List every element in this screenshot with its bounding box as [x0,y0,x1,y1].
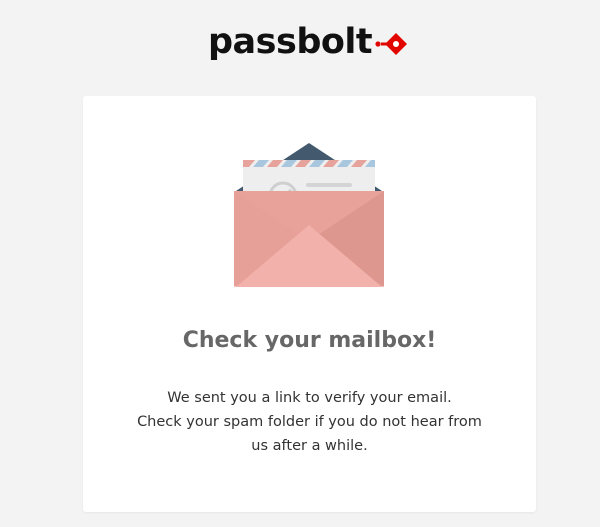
message-line: Check your spam folder if you do not hea… [137,414,482,430]
verification-message: We sent you a link to verify your email.… [83,386,536,458]
logo-wordmark: passbolt [208,22,373,62]
message-line: We sent you a link to verify your email. [167,390,452,406]
header: passbolt [0,0,600,96]
passbolt-logo: passbolt [208,22,408,62]
verification-card: Check your mailbox! We sent you a link t… [83,96,536,512]
envelope-illustration [234,143,384,287]
page-title: Check your mailbox! [182,328,437,353]
message-line: us after a while. [251,438,368,454]
logo-key-icon [375,33,408,55]
